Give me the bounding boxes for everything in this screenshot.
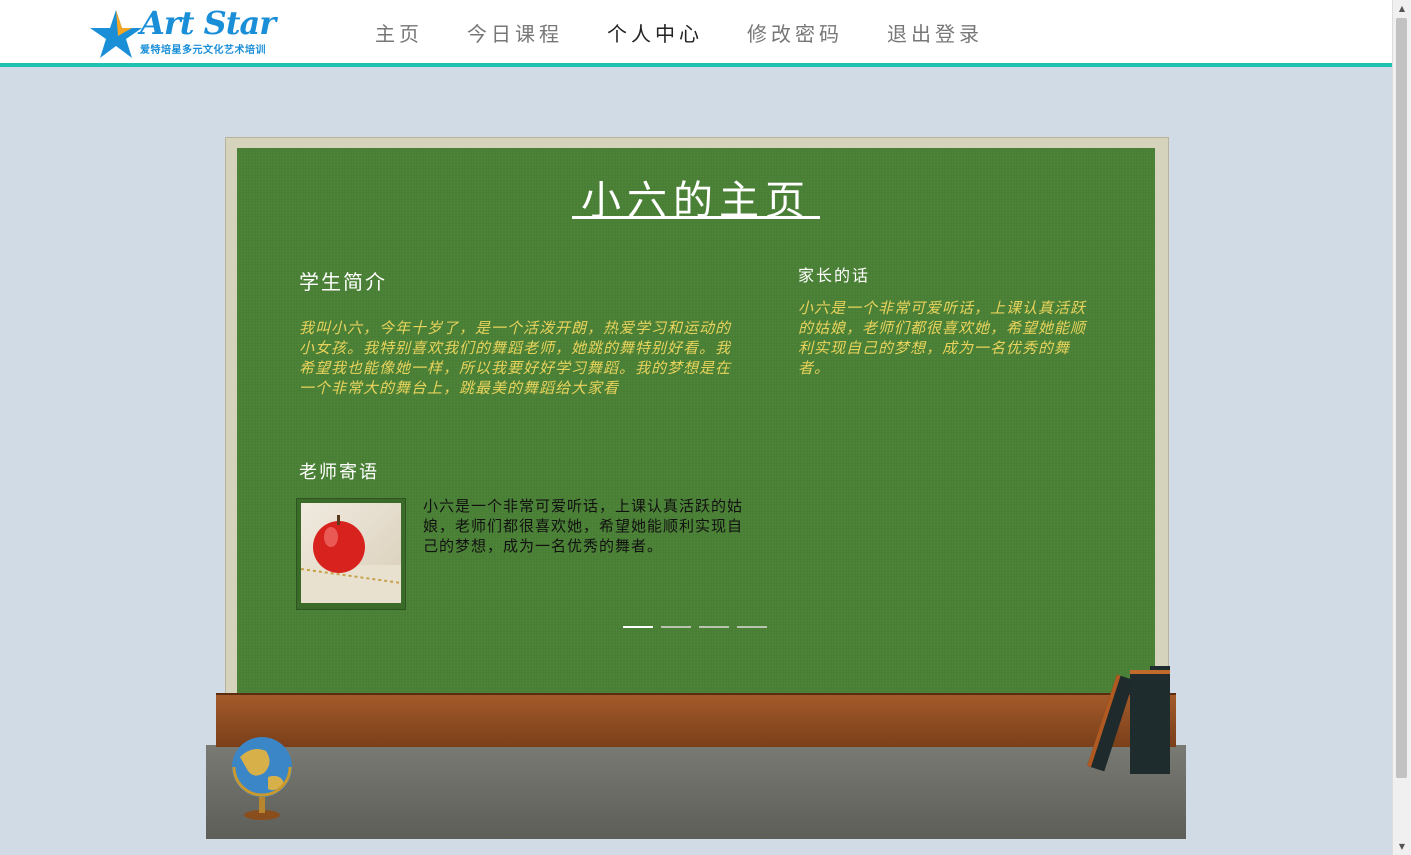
title-underline <box>572 216 820 219</box>
scroll-up-arrow-icon[interactable]: ▲ <box>1393 0 1411 17</box>
books-icon <box>1087 666 1170 774</box>
nav-item-logout[interactable]: 退出登录 <box>887 18 983 47</box>
nav-item-today-courses[interactable]: 今日课程 <box>467 18 563 47</box>
vertical-scrollbar[interactable]: ▲ ▼ <box>1392 0 1411 855</box>
carousel-dot[interactable] <box>661 626 691 628</box>
floor <box>206 745 1186 839</box>
student-intro-heading: 学生简介 <box>299 270 387 294</box>
globe-icon <box>232 737 292 820</box>
carousel-dot[interactable] <box>623 626 653 628</box>
student-intro-text: 我叫小六，今年十岁了，是一个活泼开朗，热爱学习和运动的小女孩。我特别喜欢我们的舞… <box>299 319 732 397</box>
parent-message-text: 小六是一个非常可爱听话，上课认真活跃的姑娘，老师们都很喜欢她，希望她能顺利实现自… <box>798 299 1087 377</box>
scroll-down-arrow-icon[interactable]: ▼ <box>1393 838 1411 855</box>
teacher-message-heading: 老师寄语 <box>299 462 379 483</box>
nav-item-personal-center[interactable]: 个人中心 <box>607 18 703 47</box>
logo-text: Art Star <box>140 4 276 42</box>
art-star-logo[interactable]: Art Star 爱特培星多元文化艺术培训 <box>88 4 288 60</box>
scrollbar-thumb[interactable] <box>1396 18 1407 778</box>
parent-message-heading: 家长的话 <box>798 266 871 285</box>
star-icon <box>90 10 142 58</box>
carousel-dot[interactable] <box>737 626 767 628</box>
teacher-message-text: 小六是一个非常可爱听话，上课认真活跃的姑娘，老师们都很喜欢她，希望她能顺利实现自… <box>423 497 744 555</box>
carousel-dot[interactable] <box>699 626 729 628</box>
teacher-photo-frame <box>296 498 406 610</box>
wooden-ledge <box>216 693 1176 747</box>
main-nav: 主页 今日课程 个人中心 修改密码 退出登录 <box>375 18 1027 47</box>
top-header: Art Star 爱特培星多元文化艺术培训 主页 今日课程 个人中心 修改密码 … <box>0 0 1393 67</box>
apple-image <box>301 503 401 603</box>
nav-item-home[interactable]: 主页 <box>375 18 423 47</box>
logo-subtitle: 爱特培星多元文化艺术培训 <box>140 45 266 56</box>
chalkboard: 小六的主页 学生简介 我叫小六，今年十岁了，是一个活泼开朗，热爱学习和运动的小女… <box>237 148 1155 694</box>
apple-icon <box>301 515 401 603</box>
nav-item-change-password[interactable]: 修改密码 <box>747 18 843 47</box>
carousel-indicators <box>623 626 775 628</box>
